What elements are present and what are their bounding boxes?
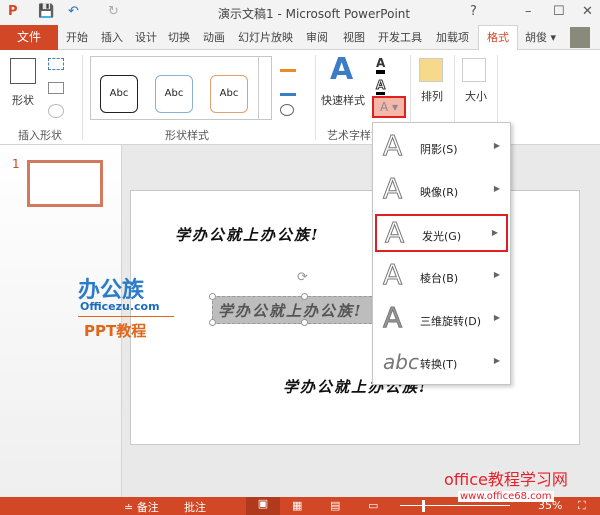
- shapes-icon: [10, 58, 36, 84]
- slideshow-button[interactable]: ▭: [368, 499, 378, 512]
- 3d-rotation-icon: A: [382, 301, 403, 335]
- tab-format[interactable]: 格式: [478, 25, 518, 51]
- submenu-arrow-icon: ▶: [493, 313, 500, 322]
- status-bar: ≐ 备注 批注 ▣ ▦ ▤ ▭ www.office68.com 35% ⛶: [0, 491, 600, 515]
- powerpoint-icon: P: [8, 4, 18, 19]
- shape-style-gallery: Abc Abc Abc: [90, 56, 272, 120]
- group-label-insert-shapes: 插入形状: [18, 129, 62, 142]
- notes-button[interactable]: ≐ 备注: [124, 499, 159, 515]
- save-icon[interactable]: 💾: [38, 4, 54, 19]
- submenu-arrow-icon: ▶: [493, 356, 500, 365]
- gallery-scroll[interactable]: [258, 56, 272, 120]
- menu-item-shadow[interactable]: A 阴影(S) ▶: [375, 129, 508, 167]
- fit-slide-icon[interactable]: ⛶: [578, 499, 586, 513]
- shape-style-2[interactable]: Abc: [155, 75, 193, 113]
- reading-view-button[interactable]: ▤: [330, 499, 340, 512]
- submenu-arrow-icon: ▶: [493, 270, 500, 279]
- tab-file[interactable]: 文件: [0, 25, 58, 50]
- arrange-icon: [419, 58, 443, 82]
- tab-developer[interactable]: 开发工具: [378, 29, 422, 45]
- close-button[interactable]: ✕: [582, 4, 593, 19]
- text-fill-icon[interactable]: A: [376, 56, 386, 74]
- menu-item-3d-rotation[interactable]: A 三维旋转(D) ▶: [375, 301, 508, 339]
- merge-shapes-icon[interactable]: [48, 104, 64, 118]
- avatar[interactable]: [570, 27, 590, 48]
- menu-item-transform[interactable]: abc 转换(T) ▶: [375, 344, 508, 382]
- shape-style-1[interactable]: Abc: [100, 75, 138, 113]
- normal-view-button[interactable]: ▣: [246, 497, 280, 515]
- maximize-button[interactable]: ☐: [553, 4, 565, 19]
- resize-handle[interactable]: [209, 319, 216, 326]
- redo-icon[interactable]: ↻: [108, 4, 119, 19]
- edit-shape-icon[interactable]: [48, 58, 64, 70]
- slide-text-2[interactable]: 学办公就上办公族!: [218, 300, 363, 321]
- shape-outline-icon[interactable]: [280, 82, 296, 96]
- arrange-button[interactable]: 排列: [421, 88, 443, 104]
- resize-handle[interactable]: [301, 293, 308, 300]
- reflection-icon: A: [382, 172, 403, 206]
- submenu-arrow-icon: ▶: [493, 184, 500, 193]
- slide-sorter-button[interactable]: ▦: [292, 499, 302, 512]
- bevel-icon: A: [382, 258, 403, 292]
- tab-review[interactable]: 审阅: [306, 29, 328, 45]
- zoom-slider-thumb[interactable]: [422, 500, 425, 512]
- window-title: 演示文稿1 - Microsoft PowerPoint: [218, 7, 411, 21]
- menu-item-reflection[interactable]: A 映像(R) ▶: [375, 172, 508, 210]
- quick-styles-button[interactable]: 快速样式: [321, 92, 365, 108]
- shadow-icon: A: [382, 129, 403, 163]
- resize-handle[interactable]: [301, 319, 308, 326]
- undo-icon[interactable]: ↶: [68, 4, 79, 19]
- submenu-arrow-icon: ▶: [491, 228, 498, 237]
- tab-design[interactable]: 设计: [135, 29, 157, 45]
- slide-number: 1: [12, 157, 20, 171]
- submenu-arrow-icon: ▶: [493, 141, 500, 150]
- textbox-icon[interactable]: [48, 82, 64, 94]
- slide-text-1[interactable]: 学办公就上办公族!: [175, 224, 320, 245]
- tab-insert[interactable]: 插入: [101, 29, 123, 45]
- shape-style-3[interactable]: Abc: [210, 75, 248, 113]
- text-outline-icon[interactable]: A: [375, 78, 386, 95]
- help-button[interactable]: ?: [470, 4, 477, 19]
- transform-icon: abc: [383, 350, 419, 374]
- tab-animations[interactable]: 动画: [203, 29, 225, 45]
- shapes-button[interactable]: 形状: [12, 92, 34, 108]
- glow-icon: A: [384, 216, 405, 250]
- slide-thumbnail[interactable]: [27, 160, 103, 207]
- shape-fill-icon[interactable]: [280, 58, 296, 72]
- quick-styles-icon: A: [330, 52, 354, 87]
- tab-transitions[interactable]: 切换: [168, 29, 190, 45]
- watermark-text: office教程学习网: [444, 470, 568, 489]
- title-bar: P 💾 ↶ ↻ 演示文稿1 - Microsoft PowerPoint ? –…: [0, 0, 600, 25]
- officezu-logo: 办公族 Officezu.com PPT教程: [78, 272, 174, 344]
- zoom-level[interactable]: 35%: [538, 499, 562, 512]
- shape-effects-icon[interactable]: [280, 104, 294, 116]
- text-effects-menu: A 阴影(S) ▶ A 映像(R) ▶ A 发光(G) ▶ A 棱台(B) ▶ A 三维旋转(D)…: [372, 122, 511, 385]
- text-effects-button[interactable]: A ▾: [372, 96, 406, 118]
- group-label-shape-styles: 形状样式: [165, 129, 209, 142]
- minimize-button[interactable]: –: [525, 4, 532, 19]
- rotate-handle-icon[interactable]: ⟳: [297, 270, 308, 285]
- resize-handle[interactable]: [209, 293, 216, 300]
- size-button[interactable]: 大小: [465, 88, 487, 104]
- menu-item-bevel[interactable]: A 棱台(B) ▶: [375, 258, 508, 296]
- zoom-slider[interactable]: [400, 505, 510, 506]
- size-icon: [462, 58, 486, 82]
- comments-button[interactable]: 批注: [184, 499, 206, 515]
- tab-slideshow[interactable]: 幻灯片放映: [238, 29, 293, 45]
- tab-addins[interactable]: 加载项: [436, 29, 469, 45]
- tab-home[interactable]: 开始: [66, 29, 88, 45]
- user-account[interactable]: 胡俊 ▾: [525, 29, 556, 45]
- tab-view[interactable]: 视图: [343, 29, 365, 45]
- menu-item-glow[interactable]: A 发光(G) ▶: [375, 214, 508, 252]
